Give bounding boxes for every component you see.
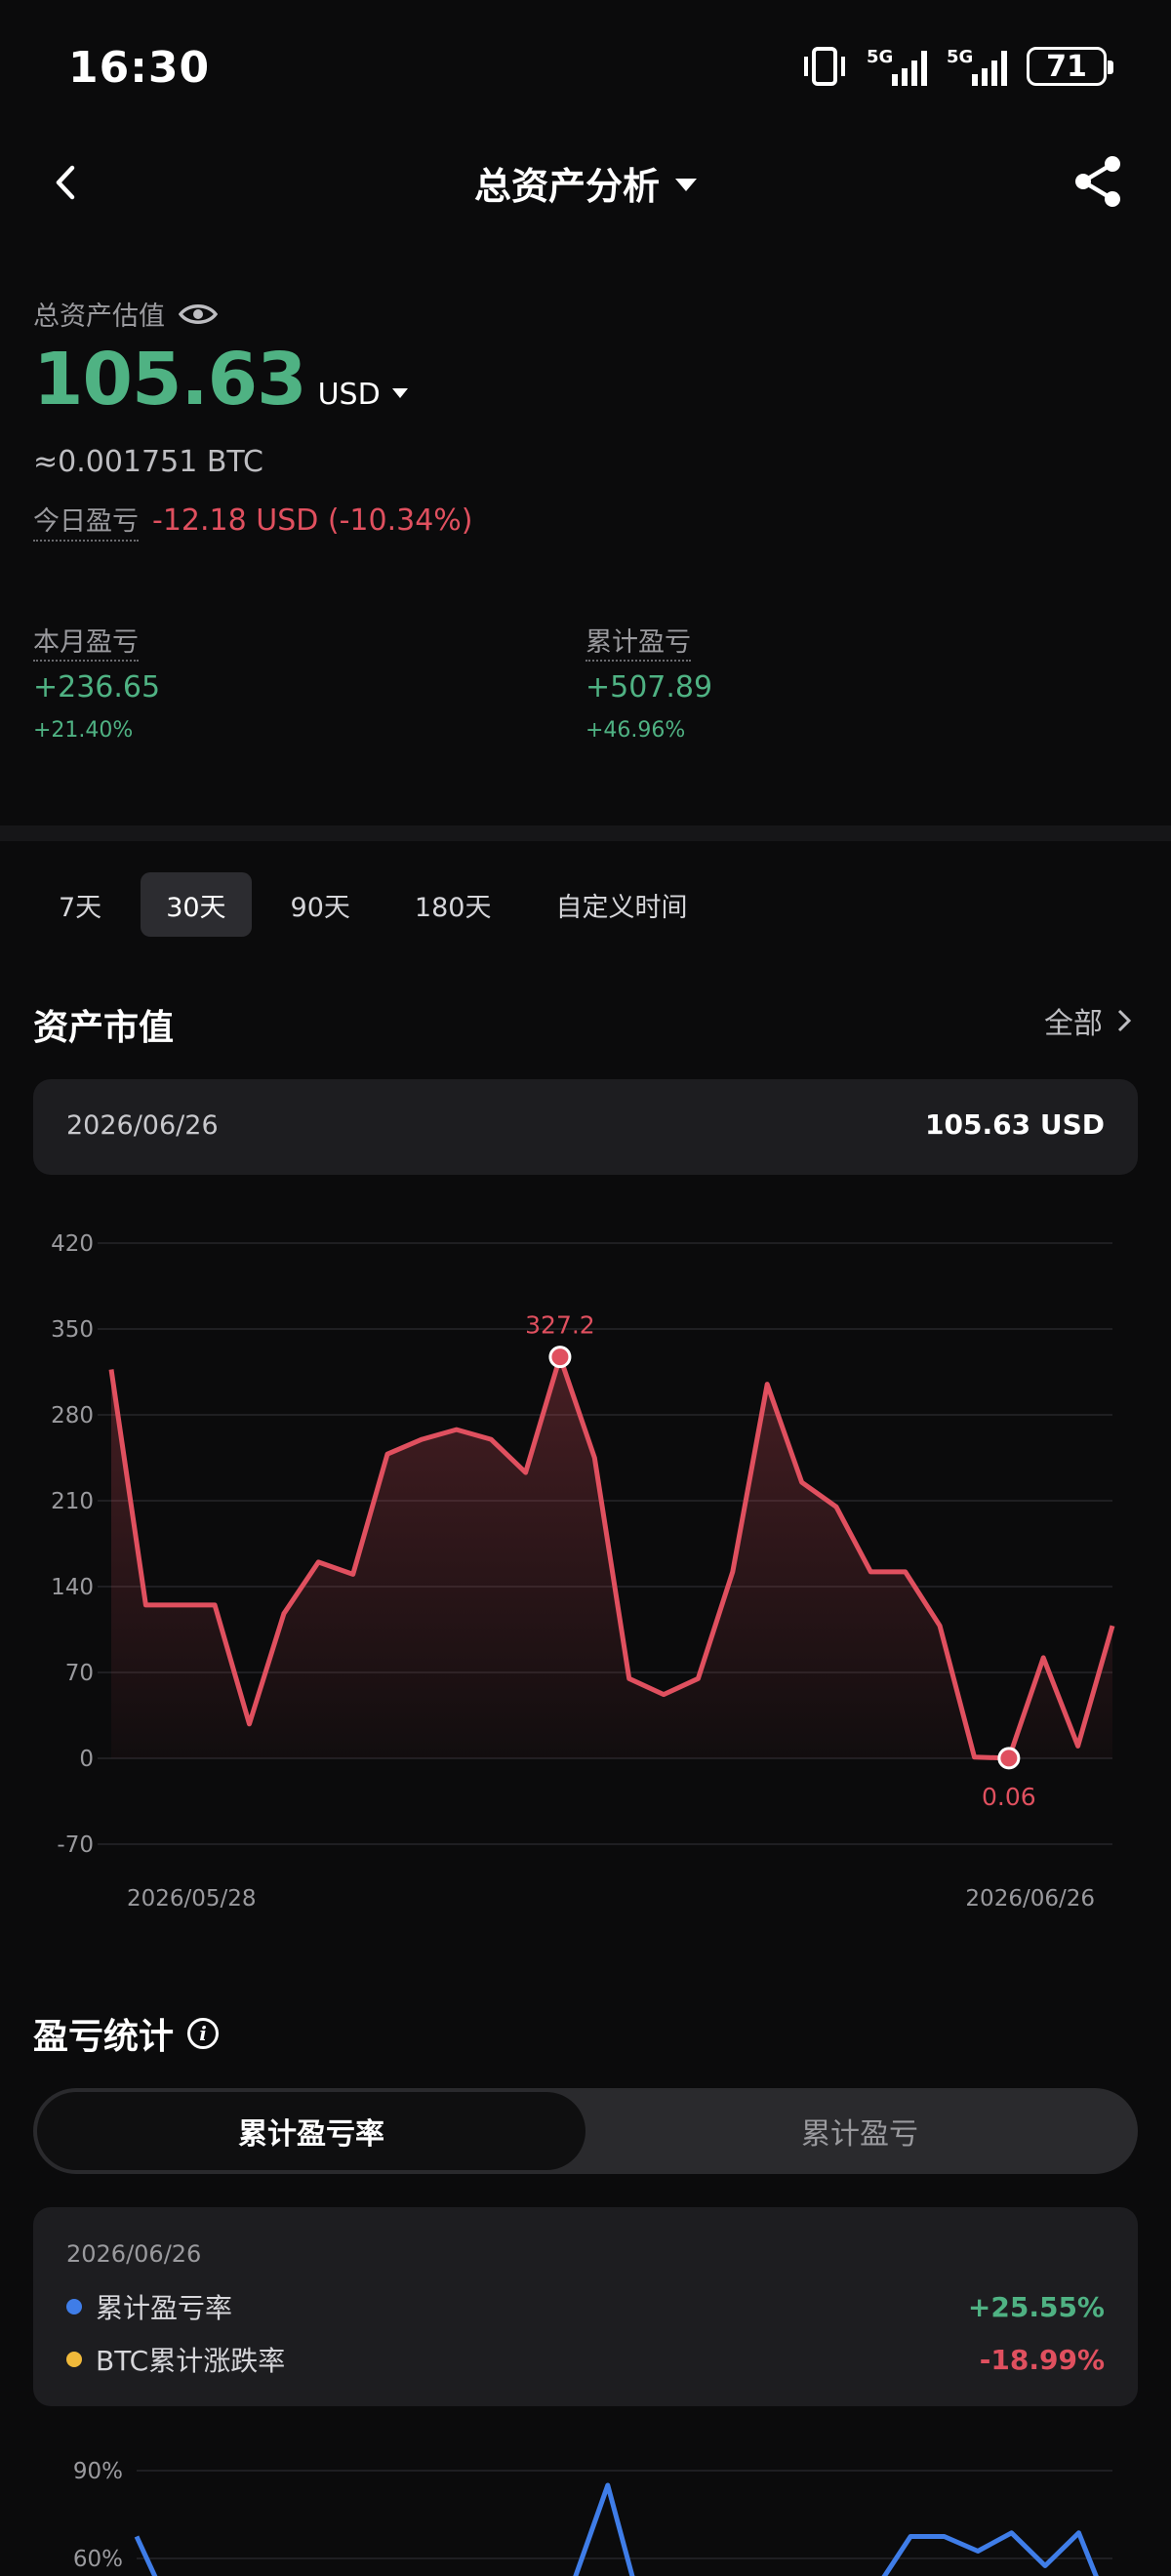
y-tick-label: -70: [57, 1832, 94, 1858]
range-tab-90d[interactable]: 90天: [265, 872, 376, 937]
signal-5g-icon: 5G: [867, 47, 927, 86]
asset-label-row: 总资产估值: [33, 295, 218, 333]
asset-label: 总资产估值: [33, 302, 165, 332]
selected-value-card: 2026/06/26 105.63 USD: [33, 1079, 1138, 1175]
pnl-rate-chart[interactable]: 90% 60%: [0, 2439, 1171, 2576]
section-divider: [0, 825, 1171, 841]
range-tab-7d[interactable]: 7天: [33, 872, 127, 937]
series2-label: BTC累计涨跌率: [96, 2345, 286, 2377]
range-tabs: 7天 30天 90天 180天 自定义时间: [33, 872, 712, 937]
legend-row-series2: BTC累计涨跌率 -18.99%: [66, 2340, 1105, 2379]
max-label: 327.2: [525, 1311, 595, 1340]
y-tick-label: 60%: [73, 2547, 123, 2572]
nav-bar: 总资产分析: [0, 137, 1171, 224]
x-end-label: 2026/06/26: [965, 1886, 1095, 1912]
vibrate-icon: [804, 47, 845, 86]
month-pnl-value: +236.65: [33, 670, 161, 704]
eye-icon[interactable]: [179, 302, 218, 327]
see-all-label: 全部: [1044, 1007, 1103, 1041]
page-title: 总资产分析: [473, 165, 660, 208]
signal2-label: 5G: [947, 47, 973, 67]
y-tick-label: 210: [51, 1489, 94, 1514]
asset-value: 105.63: [33, 338, 307, 422]
min-label: 0.06: [982, 1783, 1036, 1811]
y-tick-label: 70: [65, 1661, 94, 1686]
total-pnl-pct: +46.96%: [586, 718, 686, 743]
series1-label: 累计盈亏率: [96, 2292, 233, 2324]
y-tick-label: 140: [51, 1575, 94, 1600]
y-tick-label: 280: [51, 1403, 94, 1429]
range-tab-custom[interactable]: 自定义时间: [530, 872, 712, 937]
info-icon[interactable]: i: [187, 2018, 220, 2049]
today-pnl-value: -12.18 USD (-10.34%): [152, 503, 473, 538]
caret-down-icon: [675, 179, 697, 191]
status-icons: 5G 5G 71: [800, 45, 1113, 88]
pnl-rate-line: [134, 2482, 1099, 2576]
seg-cumulative-rate[interactable]: 累计盈亏率: [37, 2092, 586, 2170]
series2-value: -18.99%: [979, 2343, 1105, 2376]
y-tick-label: 0: [79, 1747, 94, 1772]
selected-value: 105.63 USD: [925, 1108, 1105, 1141]
min-point: [997, 1747, 1021, 1770]
signal1-label: 5G: [867, 47, 893, 67]
status-bar: 16:30 5G 5G 71: [0, 0, 1171, 137]
seg-cumulative-pnl[interactable]: 累计盈亏: [586, 2092, 1134, 2170]
market-section-title: 资产市值: [33, 1008, 175, 1048]
pnl-section-title-row: 盈亏统计 i: [33, 2008, 220, 2059]
month-pnl-pct: +21.40%: [33, 718, 134, 743]
asset-value-row: 105.63 USD: [33, 338, 408, 422]
total-pnl-value: +507.89: [586, 670, 713, 704]
series1-value: +25.55%: [967, 2290, 1105, 2323]
pnl-segmented-control: 累计盈亏率 累计盈亏: [33, 2088, 1138, 2174]
x-start-label: 2026/05/28: [127, 1886, 257, 1912]
legend-row-series1: 累计盈亏率 +25.55%: [66, 2287, 1105, 2326]
see-all-link[interactable]: 全部: [1044, 999, 1132, 1042]
month-pnl: 本月盈亏 +236.65 +21.40%: [33, 621, 160, 743]
range-tab-30d[interactable]: 30天: [141, 872, 252, 937]
battery-level: 71: [1046, 49, 1087, 84]
y-tick-label: 90%: [73, 2459, 123, 2484]
today-pnl-row: 今日盈亏 -12.18 USD (-10.34%): [33, 500, 473, 542]
max-point: [548, 1346, 572, 1369]
chevron-right-icon: [1117, 1009, 1132, 1032]
blue-dot-icon: [66, 2299, 82, 2314]
selected-date: 2026/06/26: [66, 1110, 219, 1141]
signal-5g-icon-2: 5G: [947, 47, 1007, 86]
pnl-date: 2026/06/26: [66, 2240, 202, 2268]
share-icon[interactable]: [1070, 152, 1128, 211]
battery-icon: 71: [1027, 47, 1113, 86]
today-pnl-label[interactable]: 今日盈亏: [33, 500, 139, 542]
status-time: 16:30: [68, 43, 211, 93]
currency-selector[interactable]: USD: [318, 378, 381, 412]
currency-caret-icon[interactable]: [391, 388, 408, 398]
pnl-section-title: 盈亏统计: [33, 2017, 175, 2057]
pnl-legend-card: 2026/06/26 累计盈亏率 +25.55% BTC累计涨跌率 -18.99…: [33, 2207, 1138, 2406]
page-title-dropdown[interactable]: 总资产分析: [0, 156, 1171, 210]
month-pnl-label[interactable]: 本月盈亏: [33, 627, 139, 662]
total-pnl: 累计盈亏 +507.89 +46.96%: [586, 621, 712, 743]
total-pnl-label[interactable]: 累计盈亏: [586, 627, 691, 662]
range-tab-180d[interactable]: 180天: [389, 872, 517, 937]
y-tick-label: 350: [51, 1317, 94, 1343]
yellow-dot-icon: [66, 2352, 82, 2367]
btc-equivalent: ≈0.001751 BTC: [33, 445, 263, 479]
y-tick-label: 420: [51, 1231, 94, 1257]
market-value-chart[interactable]: 420 350 280 210 140 70 0 -70 327.2 0.06 2026/05/…: [0, 1210, 1171, 1922]
